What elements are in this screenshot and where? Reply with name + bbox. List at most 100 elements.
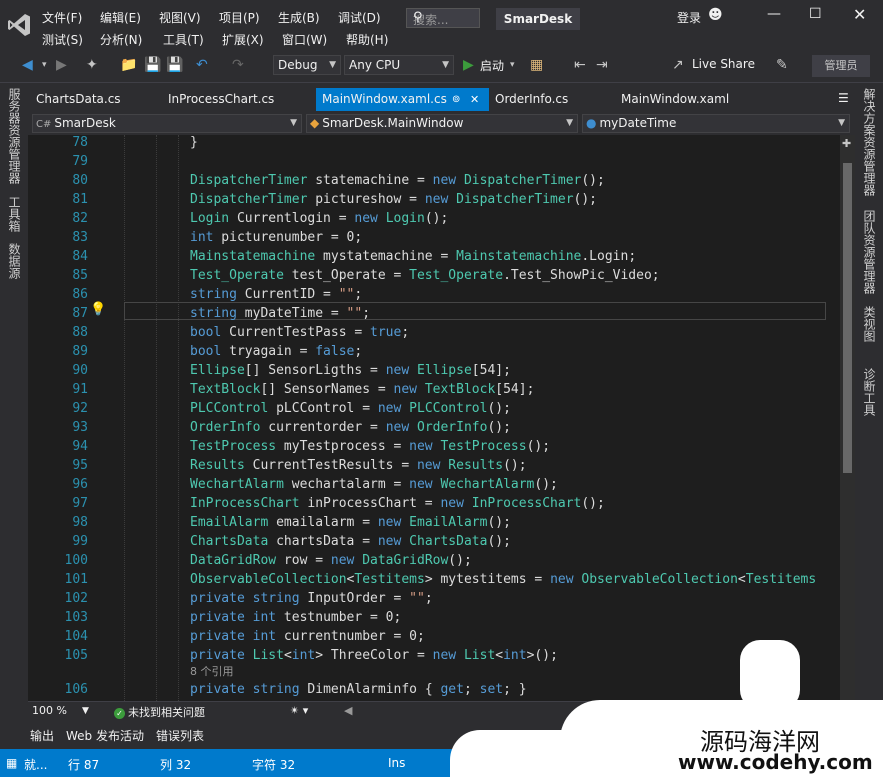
menu-item[interactable]: 工具(T) bbox=[163, 31, 204, 48]
tab-output[interactable]: 输出 bbox=[30, 727, 54, 744]
save-all-icon[interactable]: 💾 bbox=[166, 57, 183, 73]
tab-error-list[interactable]: 错误列表 bbox=[156, 727, 204, 744]
code-line[interactable]: DispatcherTimer pictureshow = new Dispat… bbox=[190, 192, 597, 207]
split-icon[interactable]: ✚ bbox=[842, 137, 851, 150]
menu-item[interactable]: 调试(D) bbox=[338, 9, 381, 26]
code-line[interactable]: ChartsData chartsData = new ChartsData()… bbox=[190, 534, 511, 549]
pin-icon[interactable]: ⊚ bbox=[452, 88, 460, 111]
code-token: int bbox=[190, 230, 214, 245]
menu-item[interactable]: 视图(V) bbox=[159, 9, 201, 26]
diagnostics-icon[interactable]: ▦ bbox=[530, 57, 543, 73]
save-icon[interactable]: 💾 bbox=[144, 57, 161, 73]
menu-item[interactable]: 生成(B) bbox=[278, 9, 320, 26]
class-dropdown[interactable]: ◆ SmarDesk.MainWindow ▼ bbox=[306, 114, 578, 133]
code-line[interactable]: bool CurrentTestPass = true; bbox=[190, 325, 409, 340]
vertical-scrollbar[interactable]: ✚ bbox=[840, 135, 855, 701]
configuration-dropdown[interactable]: Debug ▼ bbox=[273, 55, 341, 75]
scrollbar-thumb[interactable] bbox=[843, 163, 852, 473]
code-line[interactable]: Login Currentlogin = new Login(); bbox=[190, 211, 448, 226]
scroll-left-icon[interactable]: ◀ bbox=[344, 704, 352, 717]
back-icon[interactable]: ◀ bbox=[22, 57, 33, 73]
indent-icon[interactable]: ⇤ bbox=[574, 57, 586, 73]
code-line[interactable]: } bbox=[190, 135, 198, 150]
diagnostic-tools-tab[interactable]: 诊断工具 bbox=[861, 368, 878, 416]
code-line[interactable]: DataGridRow row = new DataGridRow(); bbox=[190, 553, 472, 568]
tab-inprocesschart[interactable]: InProcessChart.cs bbox=[162, 88, 280, 111]
close-icon[interactable]: ✕ bbox=[853, 5, 866, 24]
live-share-button[interactable]: Live Share bbox=[692, 57, 755, 71]
login-link[interactable]: 登录 bbox=[677, 9, 701, 26]
code-line[interactable]: DispatcherTimer statemachine = new Dispa… bbox=[190, 173, 605, 188]
start-button[interactable]: 启动 bbox=[480, 57, 504, 74]
new-project-icon[interactable]: ✦ bbox=[86, 57, 98, 73]
data-sources-tab[interactable]: 数据源 bbox=[6, 243, 23, 279]
tab-web-publish[interactable]: Web 发布活动 bbox=[66, 727, 144, 744]
undo-icon[interactable]: ↶ bbox=[196, 57, 208, 73]
code-line[interactable]: private int currentnumber = 0; bbox=[190, 629, 425, 644]
code-line[interactable]: WechartAlarm wechartalarm = new WechartA… bbox=[190, 477, 558, 492]
code-line[interactable]: string myDateTime = ""; bbox=[190, 306, 370, 321]
code-line[interactable]: private string InputOrder = ""; bbox=[190, 591, 433, 606]
status-line: 行 87 bbox=[68, 758, 100, 772]
code-line[interactable]: EmailAlarm emailalarm = new EmailAlarm()… bbox=[190, 515, 511, 530]
menu-item[interactable]: 项目(P) bbox=[219, 9, 260, 26]
server-explorer-tab[interactable]: 服务器资源管理器 bbox=[6, 88, 23, 184]
brush-icon[interactable]: ✴ ▾ bbox=[290, 704, 308, 717]
code-line[interactable]: TextBlock[] SensorNames = new TextBlock[… bbox=[190, 382, 534, 397]
code-line[interactable]: ObservableCollection<Testitems> mytestit… bbox=[190, 572, 816, 587]
maximize-icon[interactable]: ☐ bbox=[809, 6, 822, 22]
tab-mainwindow-xaml[interactable]: MainWindow.xaml bbox=[615, 88, 735, 111]
code-line[interactable]: private string DimenAlarminfo { get; set… bbox=[190, 682, 527, 697]
menu-item[interactable]: 测试(S) bbox=[42, 31, 83, 48]
tab-mainwindow-xaml-cs[interactable]: MainWindow.xaml.cs ⊚ ✕ bbox=[316, 88, 489, 111]
code-line[interactable]: Ellipse[] SensorLigths = new Ellipse[54]… bbox=[190, 363, 511, 378]
code-line[interactable]: InProcessChart inProcessChart = new InPr… bbox=[190, 496, 605, 511]
code-line[interactable]: string CurrentID = ""; bbox=[190, 287, 362, 302]
tab-chartsdata[interactable]: ChartsData.cs bbox=[30, 88, 127, 111]
search-icon[interactable]: ⚲ bbox=[413, 10, 473, 25]
code-line[interactable]: bool tryagain = false; bbox=[190, 344, 362, 359]
code-editor[interactable]: 💡 78 79 80 81 82 83 84 85 86 87 88 89 90 91 92 93 94 95 96… bbox=[28, 135, 840, 701]
team-explorer-tab[interactable]: 团队资源管理器 bbox=[861, 210, 878, 294]
platform-dropdown[interactable]: Any CPU ▼ bbox=[344, 55, 454, 75]
zoom-level[interactable]: 100 % bbox=[32, 704, 67, 717]
back-dropdown-icon[interactable]: ▾ bbox=[42, 60, 47, 70]
codelens-references[interactable]: 8 个引用 bbox=[190, 663, 234, 679]
search-box[interactable]: 搜索... ⚲ bbox=[406, 8, 480, 28]
tab-overflow-icon[interactable]: ☰ bbox=[838, 91, 849, 105]
close-tab-icon[interactable]: ✕ bbox=[470, 88, 479, 111]
menu-item[interactable]: 文件(F) bbox=[42, 9, 82, 26]
redo-icon[interactable]: ↷ bbox=[232, 57, 244, 73]
start-play-icon[interactable]: ▶ bbox=[463, 57, 474, 73]
live-share-icon[interactable]: ↗ bbox=[672, 57, 684, 73]
code-line[interactable]: int picturenumber = 0; bbox=[190, 230, 362, 245]
menu-item[interactable]: 扩展(X) bbox=[222, 31, 264, 48]
zoom-dropdown-icon[interactable]: ▼ bbox=[82, 706, 89, 716]
issues-indicator[interactable]: ✓ 未找到相关问题 bbox=[114, 704, 205, 720]
menu-item[interactable]: 窗口(W) bbox=[282, 31, 327, 48]
code-line[interactable]: Test_Operate test_Operate = Test_Operate… bbox=[190, 268, 660, 283]
menu-item[interactable]: 分析(N) bbox=[100, 31, 142, 48]
start-dropdown-icon[interactable]: ▾ bbox=[510, 60, 515, 70]
menu-item[interactable]: 编辑(E) bbox=[100, 9, 141, 26]
member-dropdown[interactable]: ● myDateTime ▼ bbox=[582, 114, 850, 133]
forward-icon[interactable]: ▶ bbox=[56, 57, 67, 73]
account-icon[interactable]: ☻ bbox=[708, 7, 723, 23]
menu-item[interactable]: 帮助(H) bbox=[346, 31, 388, 48]
open-folder-icon[interactable]: 📁 bbox=[120, 57, 137, 73]
class-view-tab[interactable]: 类视图 bbox=[861, 306, 878, 342]
minimize-icon[interactable]: — bbox=[767, 6, 781, 22]
feedback-icon[interactable]: ✎ bbox=[776, 57, 788, 73]
solution-explorer-tab[interactable]: 解决方案资源管理器 bbox=[861, 88, 878, 196]
code-line[interactable]: private int testnumber = 0; bbox=[190, 610, 401, 625]
code-line[interactable]: Mainstatemachine mystatemachine = Mainst… bbox=[190, 249, 636, 264]
code-line[interactable]: Results CurrentTestResults = new Results… bbox=[190, 458, 527, 473]
code-line[interactable]: OrderInfo currentorder = new OrderInfo()… bbox=[190, 420, 511, 435]
project-dropdown[interactable]: C# SmarDesk ▼ bbox=[32, 114, 302, 133]
code-line[interactable]: PLCControl pLCControl = new PLCControl()… bbox=[190, 401, 511, 416]
code-line[interactable]: TestProcess myTestprocess = new TestProc… bbox=[190, 439, 550, 454]
code-line[interactable]: private List<int> ThreeColor = new List<… bbox=[190, 648, 558, 663]
tab-orderinfo[interactable]: OrderInfo.cs bbox=[489, 88, 574, 111]
outdent-icon[interactable]: ⇥ bbox=[596, 57, 608, 73]
toolbox-tab[interactable]: 工具箱 bbox=[6, 196, 23, 232]
